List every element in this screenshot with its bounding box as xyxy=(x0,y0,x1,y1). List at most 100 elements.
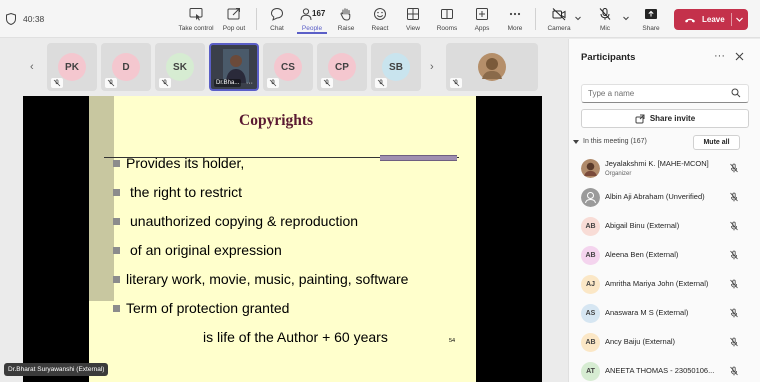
meeting-toolbar: 40:38 Take control Pop out Chat People 1… xyxy=(0,0,760,38)
in-meeting-section-toggle[interactable]: In this meeting (167) xyxy=(573,138,647,145)
mic-muted-icon xyxy=(105,78,117,88)
avatar: AT xyxy=(581,362,600,381)
participant-row[interactable]: AS Anaswara M S (External) xyxy=(569,299,760,327)
presenter-video-tile[interactable]: Dr.Bha... ··· xyxy=(209,43,259,91)
participants-panel: Participants ··· Type a name Share invit… xyxy=(568,39,760,382)
camera-button[interactable]: Camera xyxy=(545,4,573,34)
strip-scroll-right-icon[interactable]: › xyxy=(430,61,440,75)
participant-name: Albin Aji Abraham (Unverified) xyxy=(605,192,705,201)
react-button[interactable]: React xyxy=(367,4,393,34)
avatar: SK xyxy=(166,53,194,81)
take-control-icon xyxy=(189,8,203,21)
camera-off-icon xyxy=(552,8,566,21)
mic-muted-icon xyxy=(730,250,738,260)
participant-row[interactable]: Albin Aji Abraham (Unverified) xyxy=(569,183,760,211)
apps-button[interactable]: Apps xyxy=(471,4,493,34)
chat-label: Chat xyxy=(270,25,284,32)
meeting-stage: ‹ PK D SK Dr.Bha... ··· CS CP SB › Copyr… xyxy=(0,39,568,382)
avatar: AJ xyxy=(581,275,600,294)
slide-page-number: 54 xyxy=(449,338,456,344)
participant-row[interactable]: AB Abigail Binu (External) xyxy=(569,212,760,240)
rooms-icon xyxy=(441,9,453,19)
avatar: AB xyxy=(581,246,600,265)
raise-hand-icon xyxy=(340,8,351,21)
participant-tile[interactable]: SK xyxy=(155,43,205,91)
mic-muted-icon xyxy=(730,308,738,318)
slide-footer-line: is life of the Author + 60 years xyxy=(203,329,388,345)
mic-options-chevron-icon[interactable] xyxy=(622,14,630,22)
search-input[interactable]: Type a name xyxy=(581,84,749,103)
participant-row[interactable]: AB Ancy Baiju (External) xyxy=(569,328,760,356)
mic-muted-icon xyxy=(375,78,387,88)
share-invite-button[interactable]: Share invite xyxy=(581,109,749,128)
apps-label: Apps xyxy=(474,25,490,32)
more-label: More xyxy=(507,25,523,32)
react-icon xyxy=(374,8,386,20)
participant-name: Ancy Baiju (External) xyxy=(605,337,676,346)
mic-muted-icon xyxy=(450,78,462,88)
mic-muted-icon xyxy=(159,78,171,88)
presenter-name-tag: Dr.Bharat Suryawanshi (External) xyxy=(4,363,109,376)
chat-button[interactable]: Chat xyxy=(266,4,288,34)
pop-out-icon xyxy=(227,8,240,20)
bullet-square xyxy=(113,189,120,196)
rooms-button[interactable]: Rooms xyxy=(435,4,459,34)
panel-more-icon[interactable]: ··· xyxy=(714,50,725,62)
more-button[interactable]: More xyxy=(504,4,526,34)
leave-button[interactable]: Leave xyxy=(674,9,748,30)
people-label: People xyxy=(301,25,323,32)
slide-bullet: the right to restrict xyxy=(113,184,242,200)
participant-row[interactable]: Jeyalakshmi K. [MAHE-MCON] Organizer xyxy=(569,154,760,182)
share-invite-icon xyxy=(635,114,645,123)
participant-tile[interactable]: SB xyxy=(371,43,421,91)
pop-out-button[interactable]: Pop out xyxy=(220,4,248,34)
bullet-text: Provides its holder, xyxy=(126,155,245,171)
phone-hangup-icon xyxy=(685,18,695,22)
mic-muted-icon xyxy=(730,366,738,376)
people-icon xyxy=(300,8,312,21)
take-control-button[interactable]: Take control xyxy=(178,4,214,34)
react-label: React xyxy=(371,25,389,32)
slide-bullet: unauthorized copying & reproduction xyxy=(113,213,358,229)
camera-options-chevron-icon[interactable] xyxy=(574,14,582,22)
participant-name: Abigail Binu (External) xyxy=(605,221,680,230)
shield-icon xyxy=(6,13,16,25)
participant-row[interactable]: AJ Amritha Mariya John (External) xyxy=(569,270,760,298)
slide-bullet: of an original expression xyxy=(113,242,282,258)
bullet-text: of an original expression xyxy=(130,242,282,258)
mute-all-button[interactable]: Mute all xyxy=(693,135,740,150)
mic-muted-icon xyxy=(730,163,738,173)
leave-options-chevron-icon[interactable] xyxy=(735,15,744,24)
avatar: CS xyxy=(274,53,302,81)
mic-muted-icon xyxy=(730,337,738,347)
participant-tile[interactable]: PK xyxy=(47,43,97,91)
participant-role: Organizer xyxy=(605,171,632,177)
close-icon[interactable] xyxy=(735,52,744,61)
participant-tile[interactable]: CS xyxy=(263,43,313,91)
mic-button[interactable]: Mic xyxy=(595,4,615,34)
view-label: View xyxy=(406,25,420,32)
participant-tile[interactable] xyxy=(446,43,538,91)
share-invite-label: Share invite xyxy=(649,114,696,123)
avatar: AB xyxy=(581,217,600,236)
pop-out-label: Pop out xyxy=(222,25,246,32)
tile-more-icon[interactable]: ··· xyxy=(246,80,253,87)
slide-bullet: Term of protection granted xyxy=(113,300,289,316)
participant-tile[interactable]: CP xyxy=(317,43,367,91)
apps-icon xyxy=(476,8,488,20)
mic-off-icon xyxy=(599,8,611,20)
participant-row[interactable]: AB Aleena Ben (External) xyxy=(569,241,760,269)
raise-hand-button[interactable]: Raise xyxy=(334,4,358,34)
mic-muted-icon xyxy=(51,78,63,88)
strip-scroll-left-icon[interactable]: ‹ xyxy=(30,61,40,75)
view-button[interactable]: View xyxy=(402,4,424,34)
in-meeting-label: In this meeting (167) xyxy=(583,138,647,145)
chat-icon xyxy=(270,7,284,21)
bullet-square xyxy=(113,218,120,225)
avatar-photo xyxy=(581,159,600,178)
mic-muted-icon xyxy=(730,221,738,231)
participant-row[interactable]: AT ANEETA THOMAS - 23050106... xyxy=(569,357,760,382)
share-button[interactable]: Share xyxy=(640,4,662,34)
participant-tile[interactable]: D xyxy=(101,43,151,91)
slide-accent-bar xyxy=(380,155,457,161)
